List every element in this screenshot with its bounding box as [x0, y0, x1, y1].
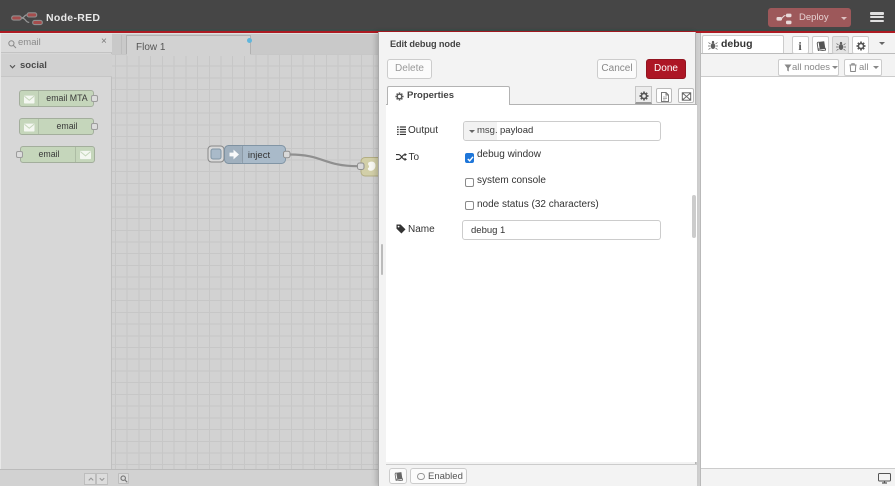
svg-text:inject: inject: [248, 150, 271, 161]
